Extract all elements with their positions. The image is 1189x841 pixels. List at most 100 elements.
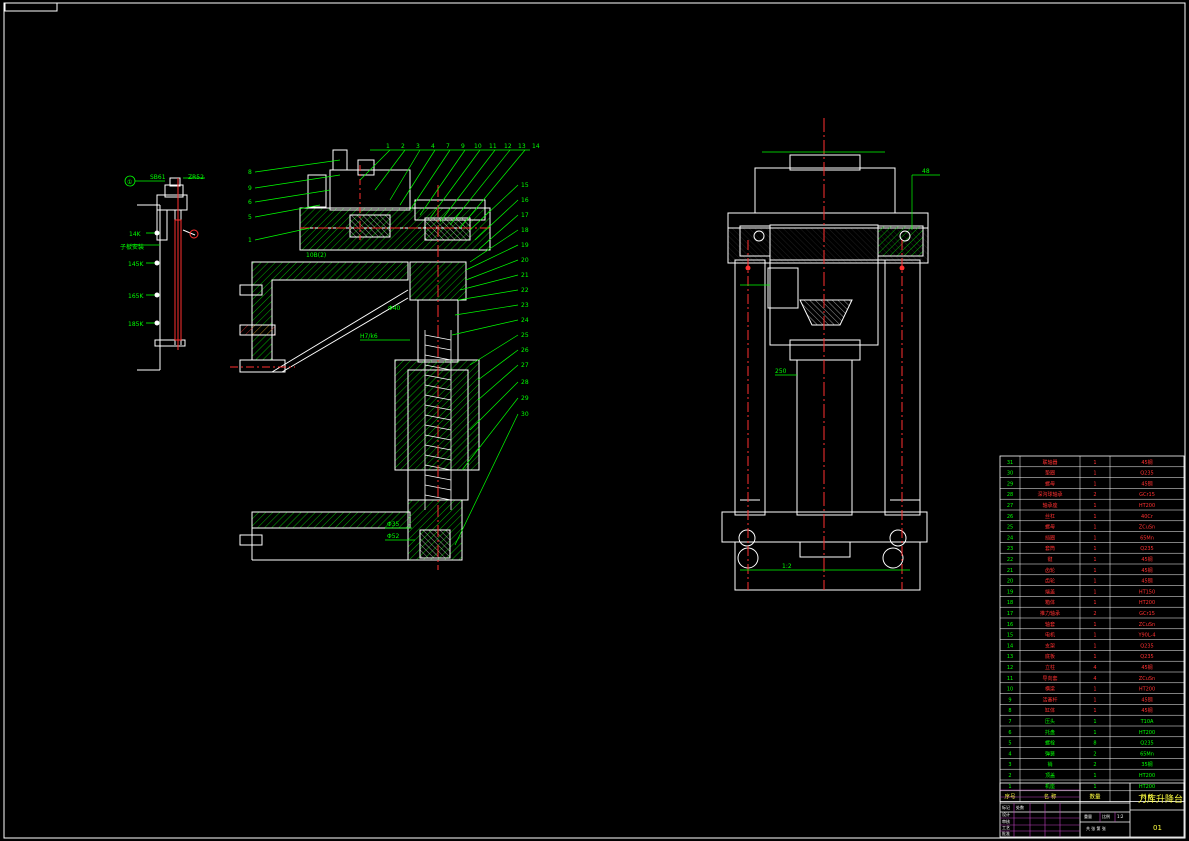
bom-cell: ZCuSn [1139, 676, 1155, 682]
bom-cell: 35钢 [1141, 761, 1152, 768]
bom-cell: 28 [1007, 492, 1013, 498]
bom-cell: 19 [1007, 589, 1013, 595]
tb-count: 处数 [1016, 804, 1024, 810]
bom-cell: 轴承座 [1042, 502, 1057, 509]
callout-top-0: 1 [386, 143, 390, 150]
bom-cell: 4 [1008, 751, 1011, 757]
bom-cell: 45钢 [1141, 664, 1152, 671]
left-label-top2: ZR52 [188, 174, 204, 181]
callout-right-12: 27 [521, 362, 529, 369]
right-label-side: 250 [775, 368, 787, 375]
callout-top-5: 9 [461, 143, 465, 150]
tb-design: 设计 [1002, 811, 1010, 817]
bom-cell: 键 [1047, 556, 1052, 563]
bom-cell: 机座 [1045, 783, 1055, 790]
bom-cell: 1 [1093, 579, 1096, 585]
bom-cell: 2 [1093, 762, 1096, 768]
tb-process: 工艺 [1002, 825, 1010, 830]
bom-cell: 1 [1093, 730, 1096, 736]
bom-cell: 托盘 [1045, 729, 1055, 736]
bom-cell: GCr15 [1139, 611, 1155, 617]
bill-of-materials: 31 联轴器 1 45钢30 垫圈 1 Q23529 螺母 1 45钢28 深沟球轴承 2 GCr152… [999, 455, 1185, 803]
bom-cell: Q235 [1140, 546, 1153, 552]
bom-cell: 1 [1093, 589, 1096, 595]
bom-cell: 45钢 [1141, 556, 1152, 563]
bom-cell: 缸体 [1045, 707, 1055, 714]
callout-top-1: 2 [401, 143, 405, 150]
bom-cell: 1 [1093, 708, 1096, 714]
callout-right-9: 24 [521, 317, 529, 324]
bom-cell: 25 [1007, 525, 1013, 531]
callout-right-7: 22 [521, 287, 529, 294]
bom-cell: 螺栓 [1045, 740, 1055, 747]
note-d40: Φ40 [388, 305, 401, 312]
bom-cell: 1 [1093, 546, 1096, 552]
bom-cell: 45钢 [1141, 459, 1152, 466]
bom-cell: 1 [1093, 687, 1096, 693]
note-gear: 10B(2) [306, 252, 326, 259]
middle-section-view: 8 9 6 5 1 1 2 3 4 7 9 10 11 12 13 14 15 … [230, 143, 540, 570]
bom-cell: 丝杠 [1045, 513, 1055, 520]
bom-cell: 12 [1007, 665, 1013, 671]
bom-cell: 13 [1007, 654, 1013, 660]
bom-cell: 24 [1007, 535, 1013, 541]
bom-cell: 1 [1093, 784, 1096, 790]
bom-cell: Y90L-4 [1137, 633, 1155, 639]
callout-right-6: 21 [521, 272, 529, 279]
left-label-165: 165K [128, 293, 144, 300]
left-label-14: 14K [129, 231, 142, 238]
bom-cell: 10 [1007, 687, 1013, 693]
bom-cell: Q235 [1140, 654, 1153, 660]
callout-top-6: 10 [474, 143, 482, 150]
callout-top-7: 11 [489, 143, 497, 150]
bom-cell: 1 [1008, 784, 1011, 790]
bom-cell: 轴套 [1045, 621, 1055, 628]
bom-cell: 17 [1007, 611, 1013, 617]
bom-cell: 45钢 [1141, 696, 1152, 703]
bom-cell: 1 [1093, 557, 1096, 563]
bom-cell: 18 [1007, 600, 1013, 606]
bom-cell: 20 [1007, 579, 1013, 585]
bom-cell: 3 [1008, 762, 1011, 768]
bom-cell: Q235 [1140, 643, 1153, 649]
callout-right-11: 26 [521, 347, 529, 354]
callout-left-2: 6 [248, 199, 252, 206]
left-label-145: 145K [128, 261, 144, 268]
drawing-number: 01 [1153, 824, 1162, 832]
bom-cell: 15 [1007, 633, 1013, 639]
bom-cell: 8 [1008, 708, 1011, 714]
bom-cell: ZCuSn [1139, 525, 1155, 531]
tb-scale-label: 比例 [1102, 813, 1110, 819]
left-label-top1: SB61 [150, 174, 166, 181]
bom-header-cell: 名 称 [1044, 793, 1057, 801]
bom-cell: 6 [1008, 730, 1011, 736]
tb-approve: 批准 [1002, 830, 1010, 836]
bom-cell: 导向套 [1042, 675, 1057, 682]
bom-cell: HT200 [1139, 784, 1155, 790]
note-d52: Φ52 [387, 533, 400, 540]
bom-cell: 21 [1007, 568, 1013, 574]
bom-header-cell: 数量 [1089, 793, 1101, 801]
bom-cell: 套筒 [1045, 545, 1055, 552]
bom-cell: 支架 [1045, 642, 1055, 649]
callout-left-4: 1 [248, 237, 252, 244]
bom-cell: Q235 [1140, 741, 1153, 747]
left-label-circle: ① [127, 179, 132, 186]
bom-cell: 端盖 [1045, 588, 1055, 595]
bom-cell: 45钢 [1141, 578, 1152, 585]
tb-sheet: 共 张 第 张 [1086, 825, 1106, 831]
bom-cell: HT150 [1139, 589, 1155, 595]
bom-cell: 4 [1093, 665, 1096, 671]
bom-cell: 推力轴承 [1040, 610, 1060, 617]
bom-cell: 深沟球轴承 [1037, 491, 1062, 498]
left-label-plate: 子板安装 [120, 243, 144, 251]
tb-check: 审核 [1002, 818, 1010, 824]
bom-cell: 齿轮 [1045, 567, 1055, 574]
bom-cell: 齿轮 [1045, 578, 1055, 585]
bom-cell: 横梁 [1045, 686, 1055, 693]
callout-right-14: 29 [521, 395, 529, 402]
callout-right-8: 23 [521, 302, 529, 309]
bom-cell: 40Cr [1141, 514, 1154, 520]
callout-top-9: 13 [518, 143, 526, 150]
bom-cell: 1 [1093, 568, 1096, 574]
